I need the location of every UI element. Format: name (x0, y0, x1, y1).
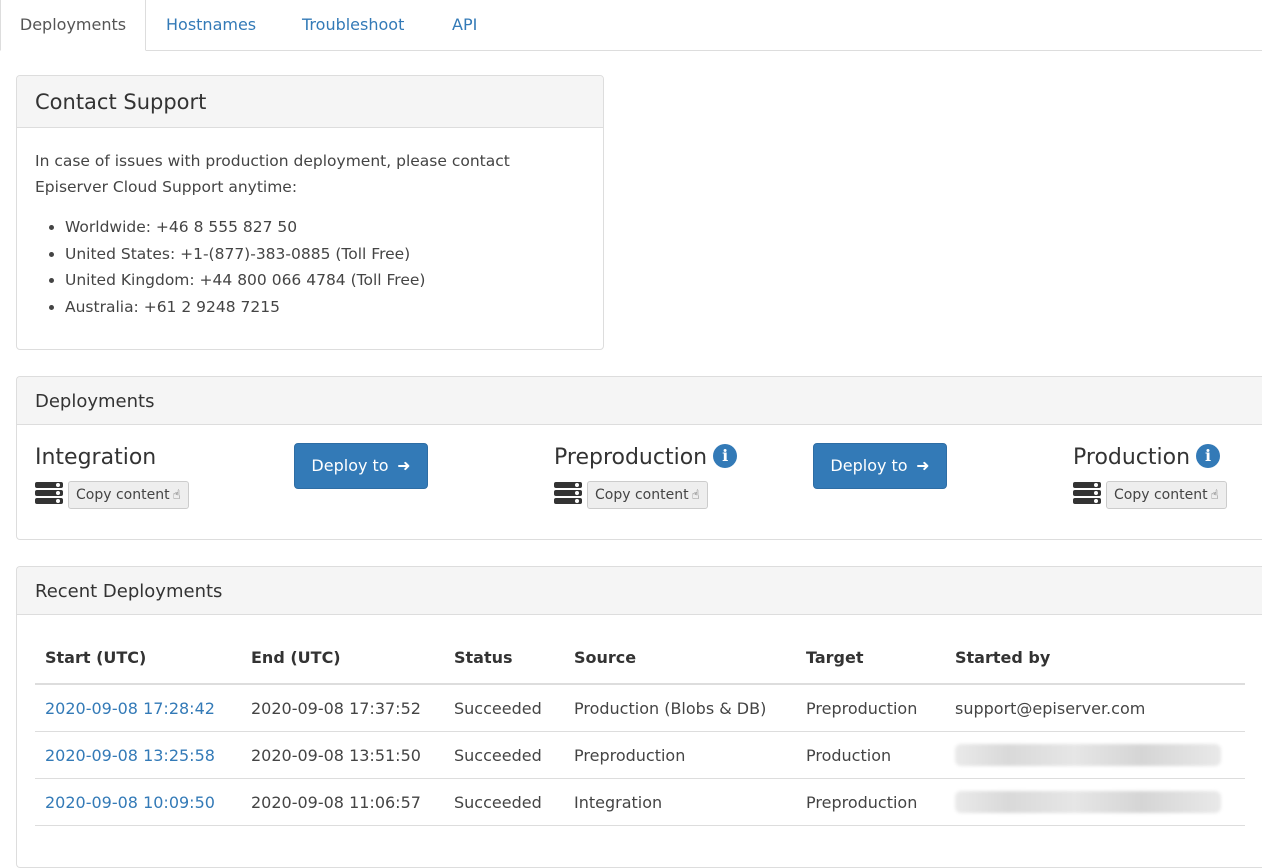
deployment-end: 2020-09-08 11:06:57 (241, 778, 444, 826)
copy-content-label: Copy content (595, 487, 689, 503)
environment-production: Production i Copy content ☝ (1073, 443, 1227, 509)
column-header: Start (UTC) (35, 631, 241, 685)
server-stack-icon (554, 482, 582, 508)
deployment-target: Production (796, 731, 945, 779)
hand-pointer-icon: ☝ (691, 488, 700, 503)
deployment-source: Production (Blobs & DB) (564, 684, 796, 732)
tab-hostnames[interactable]: Hostnames (166, 0, 256, 50)
copy-content-button[interactable]: Copy content ☝ (1106, 481, 1227, 509)
deploy-to-production-button[interactable]: Deploy to ➜ (813, 443, 947, 489)
server-stack-icon (1073, 482, 1101, 508)
support-phone-item: United States: +1-(877)-383-0885 (Toll F… (65, 241, 425, 268)
column-header: Source (564, 631, 796, 685)
deployment-end: 2020-09-08 17:37:52 (241, 684, 444, 732)
deployment-end: 2020-09-08 13:51:50 (241, 731, 444, 779)
contact-support-intro: In case of issues with production deploy… (35, 152, 510, 196)
deployment-source: Integration (564, 778, 796, 826)
arrow-right-icon: ➜ (910, 456, 930, 475)
table-header-row: Start (UTC) End (UTC) Status Source Targ… (35, 631, 1245, 685)
arrow-right-icon: ➜ (391, 456, 411, 475)
support-phone-item: Australia: +61 2 9248 7215 (65, 294, 425, 321)
deployments-panel: Deployments Integration Copy content ☝ De… (16, 376, 1262, 540)
environment-preproduction: Preproduction i Copy content ☝ (554, 443, 738, 509)
column-header: Status (444, 631, 564, 685)
tab-bar: Deployments Hostnames Troubleshoot API (0, 0, 1262, 51)
table-row: 2020-09-08 17:28:42 2020-09-08 17:37:52 … (35, 684, 1245, 732)
hand-pointer-icon: ☝ (172, 488, 181, 503)
contact-support-title: Contact Support (17, 76, 603, 128)
deployment-started-by-redacted (945, 778, 1245, 826)
copy-content-label: Copy content (1114, 487, 1208, 503)
support-phone-item: United Kingdom: +44 800 066 4784 (Toll F… (65, 267, 425, 294)
info-icon[interactable]: i (713, 444, 738, 468)
environment-name: Production (1073, 445, 1191, 470)
deployment-status: Succeeded (444, 778, 564, 826)
info-icon[interactable]: i (1196, 444, 1221, 468)
environment-name: Preproduction (554, 445, 708, 470)
server-stack-icon (35, 482, 63, 508)
recent-deployments-panel: Recent Deployments Start (UTC) End (UTC)… (16, 566, 1262, 868)
deployment-target: Preproduction (796, 778, 945, 826)
hand-pointer-icon: ☝ (1210, 488, 1219, 503)
recent-deployments-title: Recent Deployments (17, 567, 1262, 615)
recent-deployments-table: Start (UTC) End (UTC) Status Source Targ… (35, 631, 1245, 826)
support-phone-item: Worldwide: +46 8 555 827 50 (65, 214, 425, 241)
deployment-started-by-redacted (945, 731, 1245, 779)
tab-troubleshoot[interactable]: Troubleshoot (302, 0, 404, 50)
copy-content-button[interactable]: Copy content ☝ (68, 481, 189, 509)
deployment-start-link[interactable]: 2020-09-08 13:25:58 (35, 731, 241, 779)
deployment-started-by: support@episerver.com (945, 684, 1245, 732)
deployment-start-link[interactable]: 2020-09-08 17:28:42 (35, 684, 241, 732)
environment-name: Integration (35, 445, 157, 470)
column-header: Started by (945, 631, 1245, 685)
deployment-status: Succeeded (444, 684, 564, 732)
redacted-email (955, 791, 1221, 813)
column-header: Target (796, 631, 945, 685)
column-header: End (UTC) (241, 631, 444, 685)
table-row: 2020-09-08 13:25:58 2020-09-08 13:51:50 … (35, 731, 1245, 779)
copy-content-button[interactable]: Copy content ☝ (587, 481, 708, 509)
copy-content-label: Copy content (76, 487, 170, 503)
support-phone-list: Worldwide: +46 8 555 827 50 United State… (35, 214, 425, 320)
environment-integration: Integration Copy content ☝ (35, 443, 189, 509)
tab-deployments[interactable]: Deployments (0, 0, 146, 51)
deployments-title: Deployments (17, 377, 1262, 425)
deploy-to-preproduction-button[interactable]: Deploy to ➜ (294, 443, 428, 489)
table-row: 2020-09-08 10:09:50 2020-09-08 11:06:57 … (35, 778, 1245, 826)
tab-api[interactable]: API (452, 0, 477, 50)
deployment-start-link[interactable]: 2020-09-08 10:09:50 (35, 778, 241, 826)
deployment-target: Preproduction (796, 684, 945, 732)
contact-support-panel: Contact Support In case of issues with p… (16, 75, 604, 350)
redacted-email (955, 744, 1221, 766)
deployment-source: Preproduction (564, 731, 796, 779)
deploy-button-label: Deploy to (830, 456, 908, 475)
deployment-status: Succeeded (444, 731, 564, 779)
deploy-button-label: Deploy to (311, 456, 389, 475)
